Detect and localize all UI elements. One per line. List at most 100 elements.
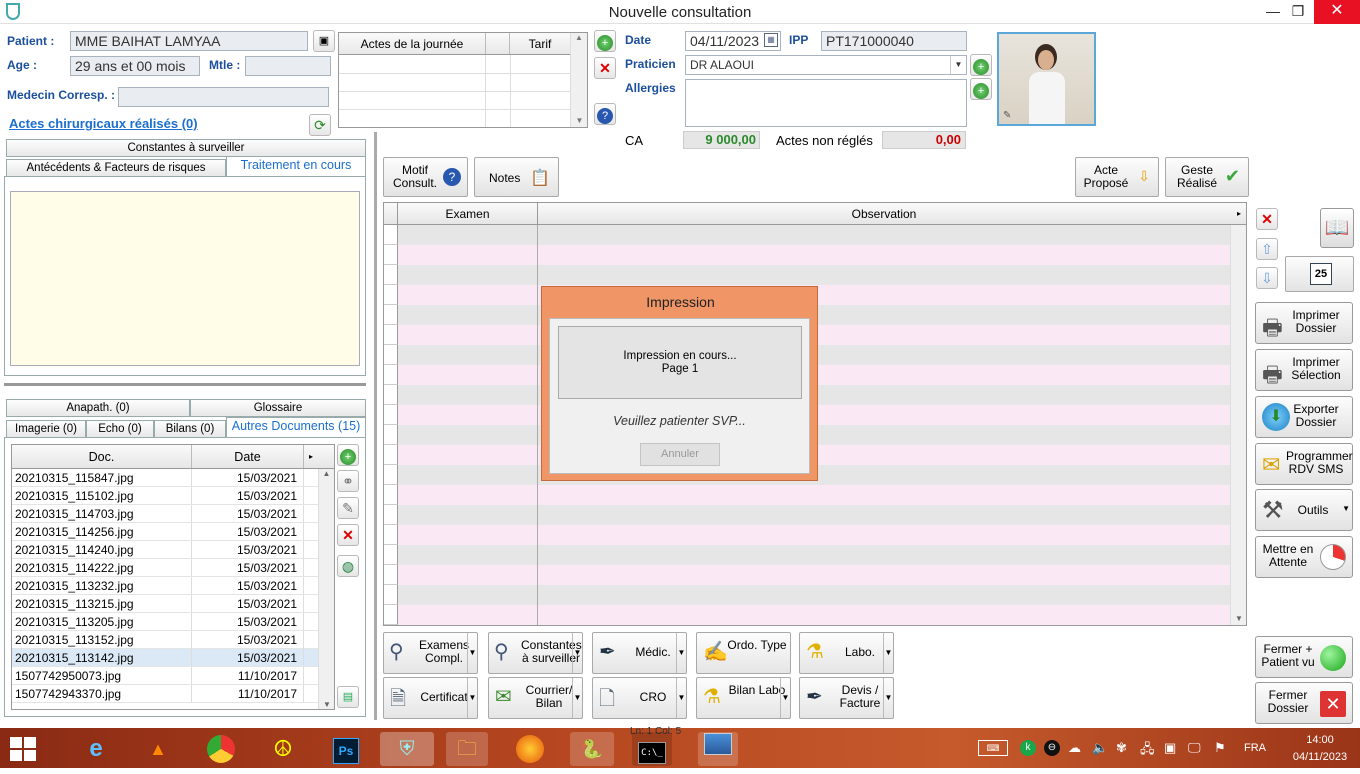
- exam-table-menu-icon[interactable]: ▸: [1232, 203, 1246, 225]
- tray-monitor-icon[interactable]: ▣: [1164, 740, 1176, 756]
- examen-cell[interactable]: [398, 525, 538, 545]
- firefox-icon[interactable]: [512, 732, 548, 766]
- exam-row[interactable]: [384, 545, 1232, 565]
- row-selector[interactable]: [384, 505, 398, 525]
- volume-icon[interactable]: 🔈: [1092, 740, 1108, 756]
- edit-document-icon[interactable]: ✎: [337, 497, 359, 519]
- calendar-day-button[interactable]: 25: [1285, 256, 1354, 292]
- tab-traitement[interactable]: Traitement en cours: [226, 156, 366, 177]
- examen-cell[interactable]: [398, 285, 538, 305]
- actes-col-blank[interactable]: [486, 33, 510, 54]
- photoshop-icon[interactable]: Ps: [328, 732, 364, 766]
- praticien-select[interactable]: DR ALAOUI ▼: [685, 55, 967, 75]
- examen-cell[interactable]: [398, 405, 538, 425]
- chevron-down-icon[interactable]: ▼: [883, 678, 893, 718]
- row-selector[interactable]: [384, 345, 398, 365]
- examen-cell[interactable]: [398, 465, 538, 485]
- row-selector[interactable]: [384, 605, 398, 625]
- terminal-icon[interactable]: C:\_: [632, 732, 672, 766]
- table-row[interactable]: 1507742950073.jpg 11/10/2017: [12, 667, 334, 685]
- examen-cell[interactable]: [398, 325, 538, 345]
- chevron-down-icon[interactable]: ▼: [883, 633, 893, 673]
- observation-col-header[interactable]: Observation: [538, 203, 1230, 225]
- exam-row[interactable]: [384, 485, 1232, 505]
- tab-glossaire[interactable]: Glossaire: [190, 399, 366, 417]
- constantes-button[interactable]: ⚲ Constantes à surveiller ▼: [488, 632, 583, 674]
- tab-imagerie[interactable]: Imagerie (0): [6, 420, 86, 438]
- add-acte-icon[interactable]: +: [594, 30, 616, 52]
- examen-cell[interactable]: [398, 605, 538, 625]
- exam-row[interactable]: [384, 525, 1232, 545]
- vlc-icon[interactable]: ▲: [140, 732, 176, 766]
- clock-date[interactable]: 04/11/2023: [1285, 751, 1355, 763]
- row-selector[interactable]: [384, 565, 398, 585]
- row-selector[interactable]: [384, 405, 398, 425]
- fermer-dossier-button[interactable]: Fermer Dossier ✕: [1255, 682, 1353, 724]
- examen-cell[interactable]: [398, 485, 538, 505]
- allergies-field[interactable]: [685, 79, 967, 127]
- examen-cell[interactable]: [398, 345, 538, 365]
- examen-cell[interactable]: [398, 585, 538, 605]
- examen-cell[interactable]: [398, 225, 538, 245]
- network-icon[interactable]: 🖧: [1140, 740, 1155, 762]
- refresh-icon[interactable]: ⟳: [309, 114, 331, 136]
- window-view-icon[interactable]: ▤: [337, 686, 359, 708]
- exam-row[interactable]: [384, 505, 1232, 525]
- table-row[interactable]: 20210315_113215.jpg 15/03/2021: [12, 595, 334, 613]
- peace-icon[interactable]: ☮: [265, 732, 301, 766]
- row-selector[interactable]: [384, 525, 398, 545]
- windows-start-icon[interactable]: [10, 737, 36, 761]
- link-icon[interactable]: ⚭: [337, 470, 359, 492]
- row-selector[interactable]: [384, 225, 398, 245]
- clock-time[interactable]: 14:00: [1285, 734, 1355, 746]
- exporter-dossier-button[interactable]: ⬇ Exporter Dossier: [1255, 396, 1353, 438]
- examen-cell[interactable]: [398, 445, 538, 465]
- row-selector[interactable]: [384, 265, 398, 285]
- exam-row[interactable]: [384, 605, 1232, 625]
- examen-cell[interactable]: [398, 305, 538, 325]
- examen-cell[interactable]: [398, 245, 538, 265]
- file-explorer-icon[interactable]: 🗀: [446, 732, 488, 766]
- examen-cell[interactable]: [398, 265, 538, 285]
- delete-acte-icon[interactable]: ✕: [594, 57, 616, 79]
- add-document-icon[interactable]: +: [337, 444, 359, 466]
- actes-col-header[interactable]: Actes de la journée: [339, 33, 486, 54]
- vertical-splitter[interactable]: [374, 132, 377, 720]
- row-selector[interactable]: [384, 285, 398, 305]
- row-selector[interactable]: [384, 245, 398, 265]
- actes-chirurgicaux-link[interactable]: Actes chirurgicaux réalisés (0): [9, 116, 198, 131]
- row-selector[interactable]: [384, 445, 398, 465]
- examen-cell[interactable]: [398, 385, 538, 405]
- mtle-field[interactable]: [245, 56, 331, 76]
- notes-button[interactable]: Notes 📋: [474, 157, 559, 197]
- mettre-en-attente-button[interactable]: Mettre en Attente: [1255, 536, 1353, 578]
- calendar-icon[interactable]: ▦: [764, 33, 778, 47]
- examen-cell[interactable]: [398, 545, 538, 565]
- row-selector[interactable]: [384, 585, 398, 605]
- table-row[interactable]: 20210315_113232.jpg 15/03/2021: [12, 577, 334, 595]
- row-selector[interactable]: [384, 545, 398, 565]
- doc-col-header[interactable]: Doc.: [12, 445, 192, 468]
- ie-icon[interactable]: e: [78, 732, 114, 766]
- labo-button[interactable]: ⚗ Labo. ▼: [799, 632, 894, 674]
- delete-row-icon[interactable]: ✕: [1256, 208, 1278, 230]
- cro-button[interactable]: 🗋 CRO ▼: [592, 677, 687, 719]
- bilan-labo-button[interactable]: ⚗ Bilan Labo ▼: [696, 677, 791, 719]
- globe-icon[interactable]: ◍: [337, 555, 359, 577]
- outils-button[interactable]: ⚒ Outils ▼: [1255, 489, 1353, 531]
- traitement-textarea[interactable]: [10, 191, 360, 366]
- table-row[interactable]: 1507742943370.jpg 11/10/2017: [12, 685, 334, 703]
- medic-button[interactable]: ✒ Médic. ▼: [592, 632, 687, 674]
- exam-row[interactable]: [384, 265, 1232, 285]
- row-selector[interactable]: [384, 325, 398, 345]
- row-selector[interactable]: [384, 465, 398, 485]
- row-selector[interactable]: [384, 365, 398, 385]
- exam-scrollbar[interactable]: ▼: [1230, 225, 1246, 625]
- tab-autres-documents[interactable]: Autres Documents (15): [226, 417, 366, 438]
- patient-name-field[interactable]: MME BAIHAT LAMYAA: [70, 31, 308, 51]
- help-icon[interactable]: ?: [594, 103, 616, 125]
- close-button[interactable]: ✕: [1314, 0, 1360, 24]
- table-row[interactable]: 20210315_114222.jpg 15/03/2021: [12, 559, 334, 577]
- row-selector[interactable]: [384, 305, 398, 325]
- geste-realise-button[interactable]: Geste Réalisé ✔: [1165, 157, 1249, 197]
